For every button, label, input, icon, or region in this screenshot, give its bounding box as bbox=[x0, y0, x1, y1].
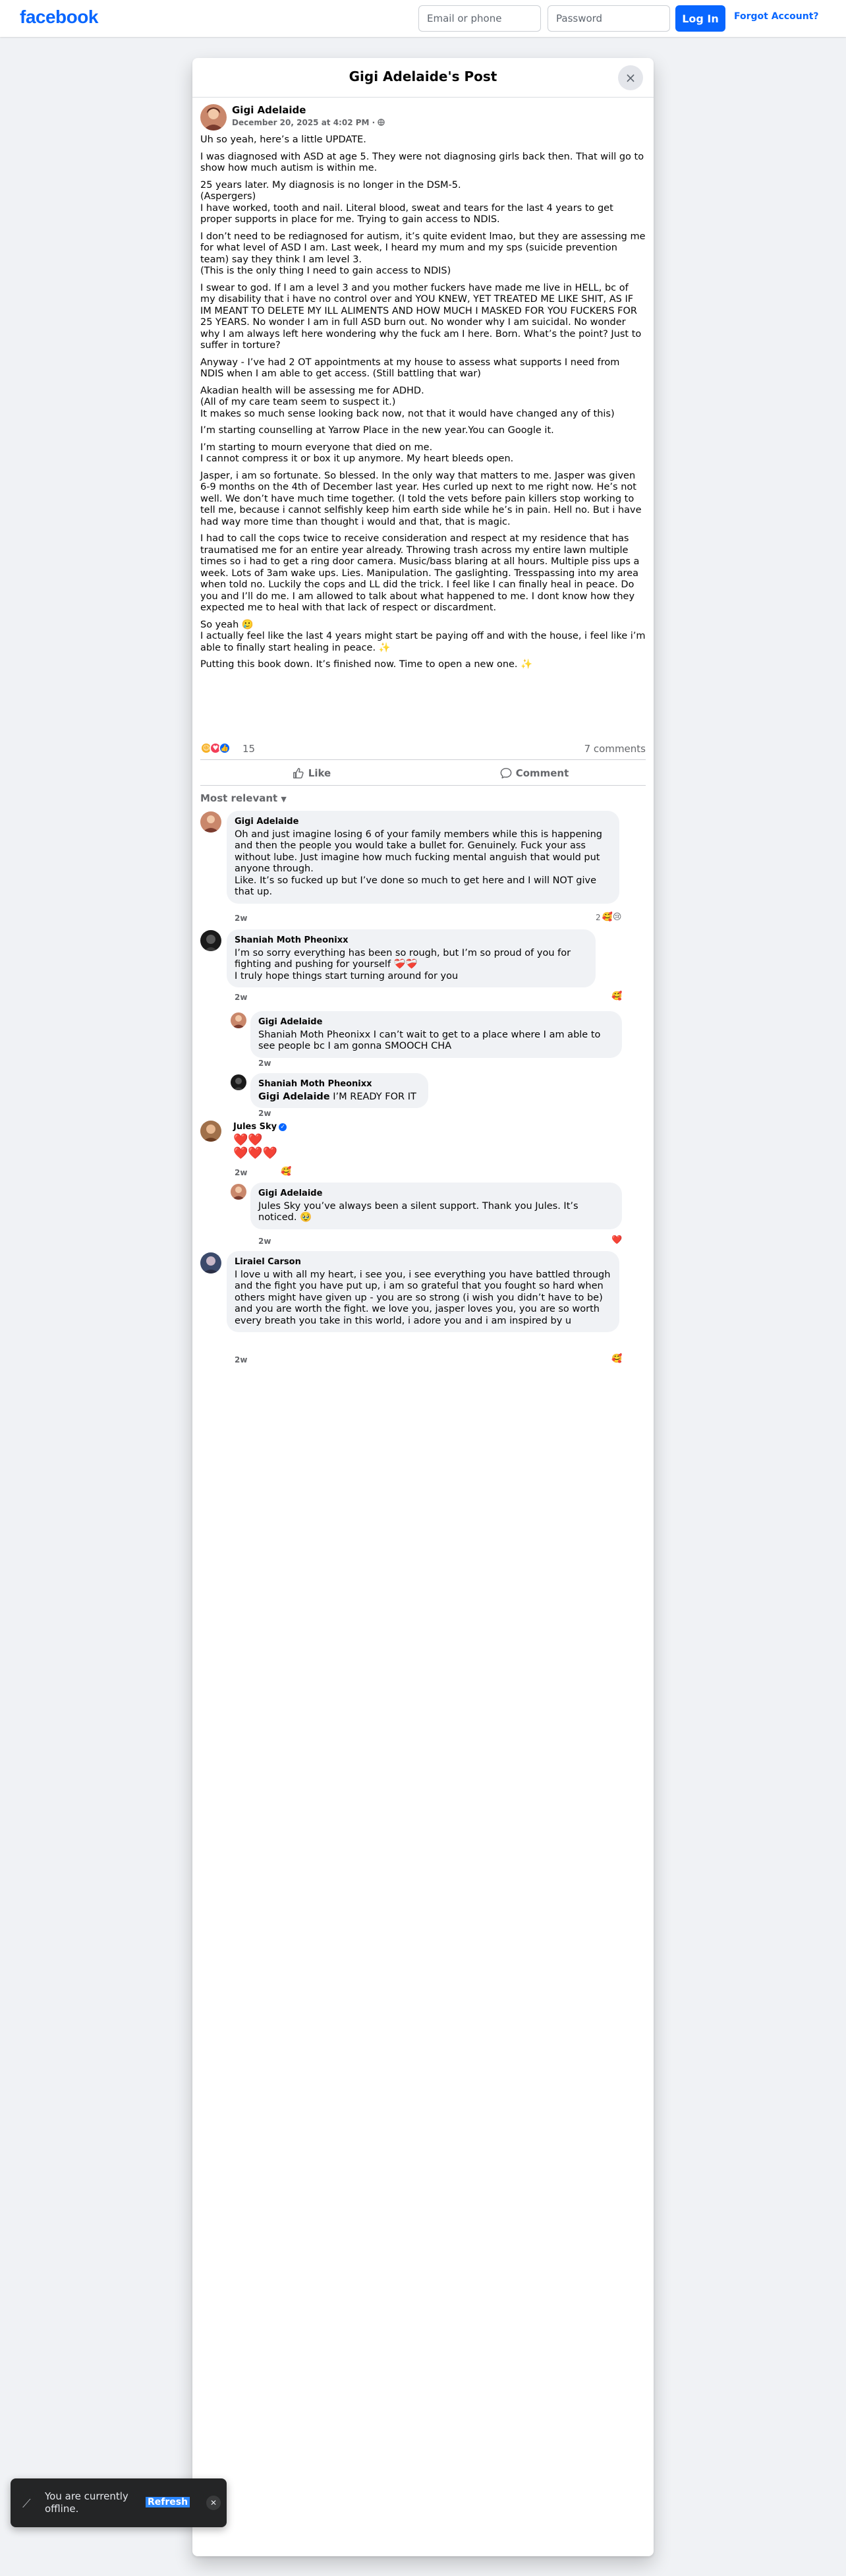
verified-badge-icon: ✓ bbox=[279, 1123, 287, 1131]
like-reaction-icon: 👍 bbox=[219, 742, 231, 754]
post-paragraph: I had to call the cops twice to receive … bbox=[200, 533, 640, 613]
refresh-link[interactable]: Refresh bbox=[146, 2497, 190, 2507]
post-paragraph: I don’t need to be rediagnosed for autis… bbox=[200, 231, 646, 277]
commenter-avatar[interactable] bbox=[200, 811, 221, 833]
close-icon: × bbox=[625, 70, 636, 86]
post-paragraph: Anyway - I’ve had 2 OT appointments at m… bbox=[200, 357, 620, 380]
facebook-logo[interactable]: facebook bbox=[20, 7, 98, 28]
comment-icon bbox=[500, 768, 512, 778]
comment-text: ❤️❤️ ❤️❤️❤️ bbox=[233, 1133, 278, 1160]
comment-text: Jules Sky you’ve always been a silent su… bbox=[258, 1200, 578, 1223]
reaction-emoji: 🥰😢 bbox=[602, 912, 622, 922]
reaction-count[interactable]: 15 bbox=[242, 743, 255, 755]
comment-text: Shaniah Moth Pheonixx I can’t wait to ge… bbox=[258, 1029, 601, 1052]
comment-sort-dropdown[interactable]: Most relevant ▼ bbox=[200, 792, 287, 804]
author-avatar[interactable] bbox=[200, 104, 227, 131]
comment-text: I’M READY FOR IT bbox=[329, 1091, 416, 1102]
commenter-avatar[interactable] bbox=[231, 1012, 246, 1028]
post-paragraph: I’m starting to mourn everyone that died… bbox=[200, 442, 514, 465]
comment-time[interactable]: 2w bbox=[235, 914, 247, 923]
commenter-name[interactable]: Shaniah Moth Pheonixx bbox=[235, 935, 588, 947]
comment-reactions[interactable]: 🥰 bbox=[281, 1167, 291, 1177]
password-field[interactable] bbox=[548, 5, 670, 32]
toast-close-button[interactable]: ✕ bbox=[206, 2496, 221, 2510]
reply-bubble: Gigi Adelaide Shaniah Moth Pheonixx I ca… bbox=[250, 1011, 622, 1058]
post-body: Uh so yeah, here’s a little UPDATE. I was… bbox=[200, 134, 646, 676]
post-paragraph: Jasper, i am so fortunate. So blessed. I… bbox=[200, 470, 642, 527]
close-button[interactable]: × bbox=[618, 65, 643, 90]
mention-tag[interactable]: Gigi Adelaide bbox=[258, 1092, 330, 1102]
commenter-name[interactable]: Jules Sky ✓ bbox=[233, 1122, 287, 1132]
top-navigation-bar: facebook Log In Forgot Account? bbox=[0, 0, 846, 37]
commenter-name[interactable]: Gigi Adelaide bbox=[258, 1188, 614, 1200]
reply-bubble: Gigi Adelaide Jules Sky you’ve always be… bbox=[250, 1183, 622, 1229]
commenter-avatar[interactable] bbox=[231, 1074, 246, 1090]
comment-reactions[interactable]: 🥰 bbox=[611, 991, 622, 1001]
reply-bubble: Shaniah Moth Pheonixx Gigi Adelaide I’M … bbox=[250, 1073, 428, 1108]
comment-bubble: Liraiel Carson I love u with all my hear… bbox=[227, 1251, 619, 1332]
thumbs-up-icon bbox=[293, 768, 304, 778]
commenter-avatar[interactable] bbox=[200, 1121, 221, 1142]
post-paragraph: So yeah 🥲 I actually feel like the last … bbox=[200, 619, 646, 653]
comment-bubble: Gigi Adelaide Oh and just imagine losing… bbox=[227, 811, 619, 904]
comment-time[interactable]: 2w bbox=[235, 1168, 247, 1177]
comment-time[interactable]: 2w bbox=[258, 1059, 271, 1068]
email-field[interactable] bbox=[418, 5, 541, 32]
comment-reactions[interactable]: 2 🥰😢 bbox=[596, 912, 621, 922]
post-author-name[interactable]: Gigi Adelaide bbox=[232, 104, 306, 116]
reaction-emoji: 🥰 bbox=[281, 1167, 292, 1177]
commenter-name[interactable]: Gigi Adelaide bbox=[258, 1016, 614, 1028]
reaction-emoji: 🥰 bbox=[611, 991, 623, 1001]
post-paragraph: I swear to god. If I am a level 3 and yo… bbox=[200, 282, 642, 351]
offline-wifi-icon: ⟋ bbox=[22, 2497, 31, 2511]
offline-toast: ⟋ You are currently offline. Refresh ✕ bbox=[11, 2478, 227, 2527]
commenter-name[interactable]: Gigi Adelaide bbox=[235, 816, 611, 828]
comment-time[interactable]: 2w bbox=[258, 1109, 271, 1118]
post-dialog: Gigi Adelaide's Post × Gigi Adelaide Dec… bbox=[192, 58, 654, 2556]
comment-bubble: Shaniah Moth Pheonixx I’m so sorry every… bbox=[227, 929, 596, 987]
commenter-avatar[interactable] bbox=[231, 1184, 246, 1200]
comment-text: Oh and just imagine losing 6 of your fam… bbox=[235, 829, 602, 898]
forgot-account-link[interactable]: Forgot Account? bbox=[734, 11, 819, 22]
post-paragraph: I’m starting counselling at Yarrow Place… bbox=[200, 425, 554, 436]
comment-count[interactable]: 7 comments bbox=[584, 743, 646, 755]
reactions-summary[interactable]: ☺ ♥ 👍 15 7 comments bbox=[200, 741, 646, 757]
comment-text: I’m so sorry everything has been so roug… bbox=[235, 947, 571, 981]
dialog-header: Gigi Adelaide's Post × bbox=[192, 58, 654, 98]
offline-message: You are currently offline. bbox=[45, 2490, 128, 2515]
post-paragraph: Akadian health will be assessing me for … bbox=[200, 385, 615, 419]
comment-button[interactable]: Comment bbox=[426, 763, 643, 784]
comment-reactions[interactable]: ❤️ bbox=[611, 1235, 622, 1245]
dialog-title: Gigi Adelaide's Post bbox=[349, 69, 497, 84]
post-paragraph: 25 years later. My diagnosis is no longe… bbox=[200, 179, 613, 225]
reaction-emoji: ❤️ bbox=[611, 1235, 623, 1245]
comment-reactions[interactable]: 🥰 bbox=[611, 1354, 622, 1364]
commenter-name[interactable]: Shaniah Moth Pheonixx bbox=[258, 1078, 420, 1090]
caret-down-icon: ▼ bbox=[281, 795, 287, 804]
login-button[interactable]: Log In bbox=[675, 5, 725, 32]
comment-time[interactable]: 2w bbox=[258, 1237, 271, 1246]
commenter-avatar[interactable] bbox=[200, 930, 221, 951]
comment-text: I love u with all my heart, i see you, i… bbox=[235, 1269, 611, 1326]
like-button[interactable]: Like bbox=[203, 763, 420, 784]
globe-icon bbox=[378, 119, 385, 126]
comment-time[interactable]: 2w bbox=[235, 1355, 247, 1364]
close-icon: ✕ bbox=[210, 2498, 217, 2507]
commenter-avatar[interactable] bbox=[200, 1252, 221, 1273]
post-paragraph: I was diagnosed with ASD at age 5. They … bbox=[200, 151, 644, 174]
post-paragraph: Uh so yeah, here’s a little UPDATE. bbox=[200, 134, 366, 145]
post-paragraph: Putting this book down. It’s finished no… bbox=[200, 659, 533, 670]
post-action-bar: Like Comment bbox=[200, 759, 646, 786]
post-timestamp[interactable]: December 20, 2025 at 4:02 PM · bbox=[232, 118, 385, 127]
commenter-name[interactable]: Liraiel Carson bbox=[235, 1256, 611, 1268]
reaction-emoji: 🥰 bbox=[611, 1354, 623, 1364]
comment-time[interactable]: 2w bbox=[235, 993, 247, 1002]
